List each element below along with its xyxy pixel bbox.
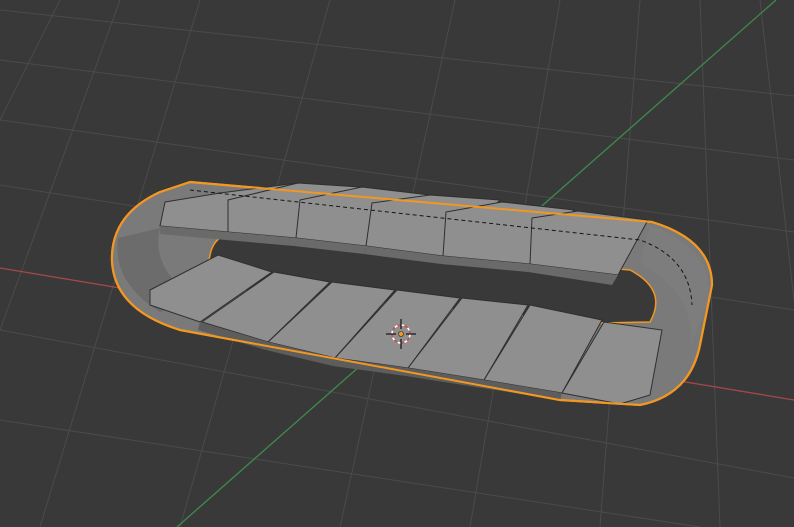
- 3d-viewport[interactable]: [0, 0, 794, 527]
- object-origin-dot: [398, 331, 404, 337]
- viewport-canvas[interactable]: [0, 0, 794, 527]
- track-mesh[interactable]: [110, 180, 714, 407]
